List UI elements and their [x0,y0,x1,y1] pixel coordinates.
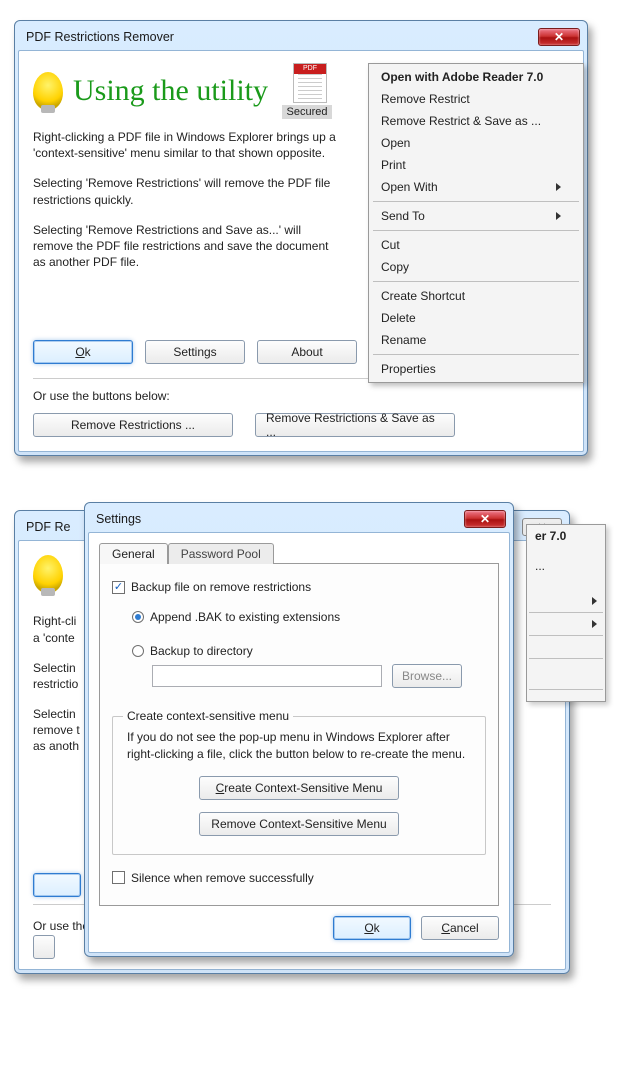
bg-oruse-frag: Or use the [33,919,89,933]
bg-ctx-frag4 [527,577,605,585]
bg-frag: as anoth [33,738,83,754]
ctx-remove-restrict[interactable]: Remove Restrict [371,88,581,110]
bg-context-menu-frag: er 7.0 ... [526,524,606,702]
settings-titlebar[interactable]: Settings ✕ [88,506,510,532]
para-2: Selecting 'Remove Restrictions' will rem… [33,175,343,207]
settings-label: Settings [173,345,216,359]
bg-frag: restrictio [33,676,83,692]
settings-dialog: Settings ✕ General Password Pool ✓ Backu… [84,502,514,956]
ctx-cut[interactable]: Cut [371,234,581,256]
ctx-create-shortcut[interactable]: Create Shortcut [371,285,581,307]
rr-label: Remove Restrictions ... [71,418,195,432]
ctx-rename[interactable]: Rename [371,329,581,351]
settings-cancel-button[interactable]: Cancel Cancel [421,916,499,940]
bg-frag: remove t [33,722,83,738]
pdf-file-icon [293,63,327,103]
secured-tag: Secured [282,105,332,119]
ok-button[interactable]: OOkk [33,340,133,364]
ctx-open[interactable]: Open [371,132,581,154]
silence-checkbox[interactable]: Silence when remove successfully [112,871,486,885]
bg-frag: Selectin [33,660,83,676]
client-area: Using the utility Secured Right-clicking… [18,50,584,452]
or-use-label: Or use the buttons below: [33,389,569,403]
close-button[interactable]: ✕ [538,28,580,46]
settings-button[interactable]: Settings [145,340,245,364]
settings-client: General Password Pool ✓ Backup file on r… [88,532,510,952]
close-icon: ✕ [480,513,490,525]
bg-ctx-frag1: er 7.0 [527,525,605,547]
ctx-print[interactable]: Print [371,154,581,176]
bg-ctx-frag6 [527,593,605,609]
chevron-right-icon [556,212,561,220]
settings-close-button[interactable]: ✕ [464,510,506,528]
bg-ok-frag[interactable] [33,873,81,897]
radio-icon [132,645,144,657]
bg-title-frag: PDF Re [26,520,70,534]
bg-btn-frag[interactable] [33,935,55,959]
context-menu: Open with Adobe Reader 7.0 Remove Restri… [368,63,584,383]
remove-menu-button[interactable]: Remove Context-Sensitive Menu [199,812,399,836]
tab-general[interactable]: General [99,543,168,564]
radio-icon [132,611,144,623]
tab-password-pool[interactable]: Password Pool [168,543,274,564]
about-label: About [291,345,322,359]
checkbox-icon: ✓ [112,581,125,594]
group-legend: Create context-sensitive menu [123,709,293,723]
bg-ctx-frag8 [527,639,605,647]
bg-ctx-frag9 [527,647,605,655]
para-3: Selecting 'Remove Restrictions and Save … [33,222,343,271]
remove-restrictions-button[interactable]: Remove Restrictions ... [33,413,233,437]
para-1: Right-clicking a PDF file in Windows Exp… [33,129,343,161]
about-button[interactable]: About [257,340,357,364]
bg-ctx-frag2 [527,547,605,555]
titlebar[interactable]: PDF Restrictions Remover ✕ [18,24,584,50]
ctx-copy[interactable]: Copy [371,256,581,278]
bg-ctx-frag13 [527,693,605,701]
chevron-right-icon [592,620,597,628]
page-heading: Using the utility [73,74,268,108]
ctx-separator [373,354,579,355]
bg-frag: Right-cli [33,613,83,629]
context-menu-group: Create context-sensitive menu If you do … [112,716,486,854]
close-icon: ✕ [554,31,564,43]
window-title: PDF Restrictions Remover [26,30,174,44]
ctx-properties[interactable]: Properties [371,358,581,380]
settings-ok-button[interactable]: Ok Ok [333,916,411,940]
ctx-separator [373,230,579,231]
settings-title: Settings [96,512,141,526]
bg-ctx-frag10 [527,662,605,670]
bg-frag: a 'conte [33,630,83,646]
ctx-separator [373,281,579,282]
ctx-open-with[interactable]: Open With [371,176,581,198]
remove-restrictions-save-button[interactable]: Remove Restrictions & Save as ... [255,413,455,437]
bg-frag: Selectin [33,706,83,722]
backup-dir-input[interactable] [152,665,382,687]
ctx-send-to[interactable]: Send To [371,205,581,227]
bg-ctx-frag11 [527,670,605,678]
ctx-separator [373,201,579,202]
bg-ctx-frag12 [527,678,605,686]
tab-panel-general: ✓ Backup file on remove restrictions Bac… [99,563,499,905]
bg-ctx-frag3: ... [527,555,605,577]
browse-button[interactable]: Browse... [392,664,462,688]
ctx-delete[interactable]: Delete [371,307,581,329]
bulb-icon [33,555,63,593]
chevron-right-icon [592,597,597,605]
bulb-icon [33,72,63,110]
bg-ctx-frag7 [527,616,605,632]
backup-checkbox[interactable]: ✓ Backup file on remove restrictions Bac… [112,580,486,594]
ctx-open-adobe[interactable]: Open with Adobe Reader 7.0 [371,66,581,88]
backup-dir-radio[interactable]: Backup to directory [132,644,486,658]
ctx-remove-restrict-save[interactable]: Remove Restrict & Save as ... [371,110,581,132]
append-bak-radio[interactable]: Append .BAK to existing extensions [132,610,486,624]
chevron-right-icon [556,183,561,191]
bg-ctx-frag5 [527,585,605,593]
create-menu-button[interactable]: Create Context-Sensitive Menu Create Con… [199,776,399,800]
checkbox-icon [112,871,125,884]
group-help: If you do not see the pop-up menu in Win… [127,729,471,761]
main-window: PDF Restrictions Remover ✕ Using the uti… [14,20,588,456]
rrsa-label: Remove Restrictions & Save as ... [266,411,444,439]
